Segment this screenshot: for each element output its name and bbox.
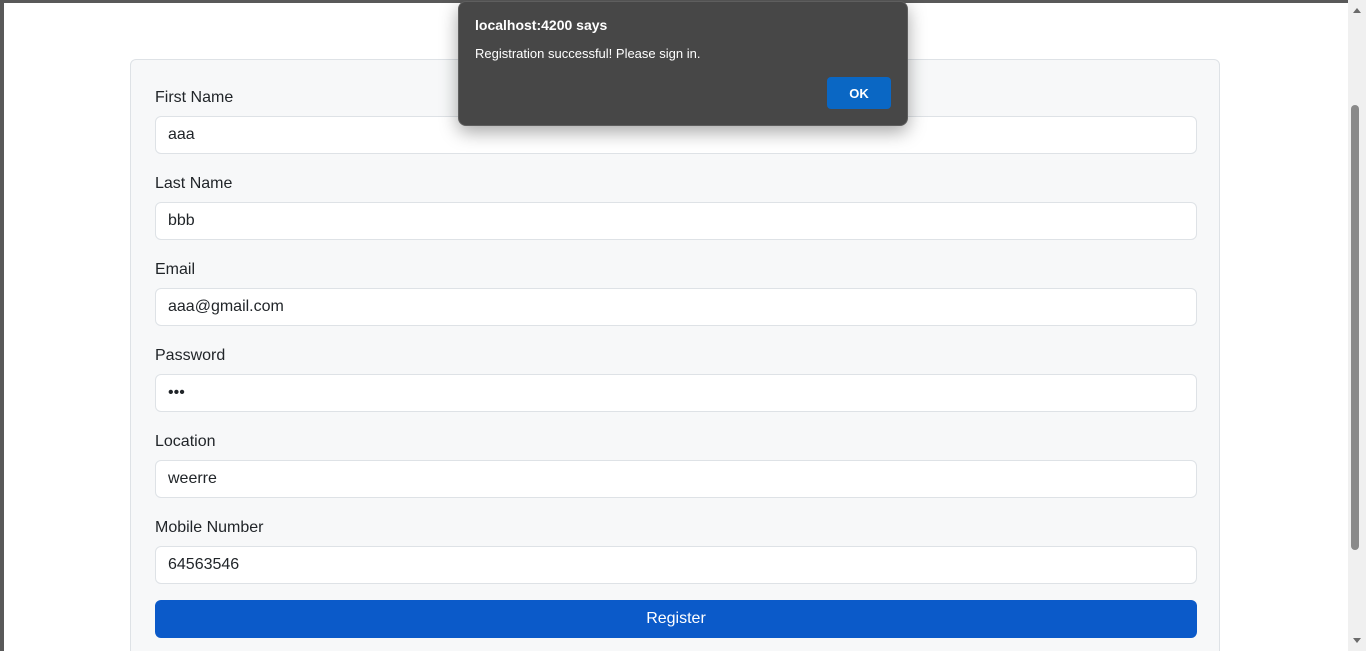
first-name-label: First Name (155, 89, 234, 106)
last-name-label: Last Name (155, 175, 233, 192)
mobile-number-label: Mobile Number (155, 519, 264, 536)
alert-title: localhost:4200 says (475, 17, 608, 33)
email-input[interactable] (155, 288, 1197, 326)
scroll-down-arrow-icon[interactable] (1353, 638, 1361, 643)
mobile-number-input[interactable] (155, 546, 1197, 584)
last-name-input[interactable] (155, 202, 1197, 240)
password-label: Password (155, 347, 226, 364)
location-label: Location (155, 433, 216, 450)
alert-dialog: localhost:4200 says Registration success… (458, 1, 908, 126)
scroll-up-arrow-icon[interactable] (1353, 8, 1361, 13)
register-button[interactable]: Register (155, 600, 1197, 638)
registration-form: First Name Last Name Email Password Loca… (130, 59, 1220, 651)
email-label: Email (155, 261, 196, 278)
page-scrollbar[interactable] (1348, 0, 1366, 651)
alert-message: Registration successful! Please sign in. (475, 46, 701, 61)
scrollbar-thumb[interactable] (1351, 105, 1359, 550)
alert-ok-button[interactable]: OK (827, 77, 891, 109)
location-input[interactable] (155, 460, 1197, 498)
password-input[interactable] (155, 374, 1197, 412)
